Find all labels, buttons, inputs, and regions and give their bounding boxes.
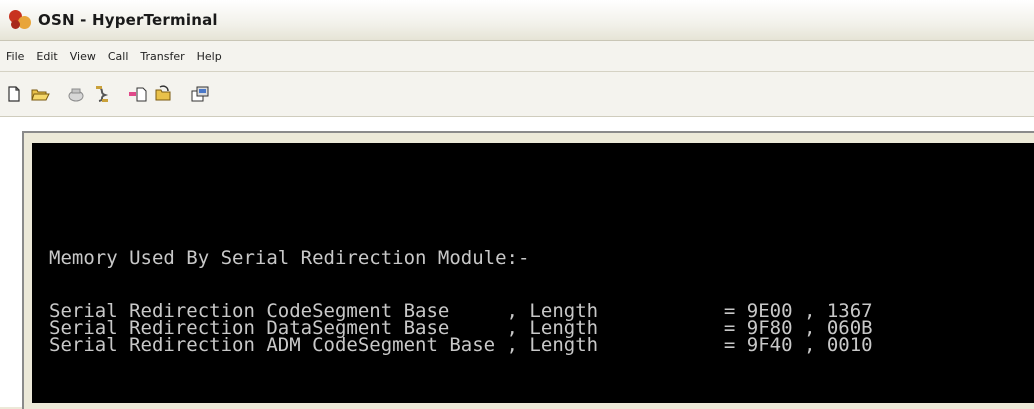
call-button[interactable]: [64, 82, 88, 106]
menu-transfer[interactable]: Transfer: [134, 50, 190, 63]
menu-view[interactable]: View: [64, 50, 102, 63]
receive-file-icon: [155, 85, 171, 101]
receive-file-button[interactable]: [152, 82, 176, 106]
open-button[interactable]: [28, 82, 52, 106]
call-icon: [68, 88, 84, 102]
properties-button[interactable]: [188, 82, 212, 106]
properties-icon: [191, 86, 209, 102]
terminal-screen[interactable]: Memory Used By Serial Redirection Module…: [32, 143, 1034, 403]
disconnect-button[interactable]: [90, 82, 114, 106]
menu-call[interactable]: Call: [102, 50, 135, 63]
open-icon: [31, 89, 50, 101]
disconnect-icon: [96, 86, 109, 102]
menu-bar: File Edit View Call Transfer Help: [0, 41, 1034, 72]
menu-help[interactable]: Help: [191, 50, 228, 63]
send-file-button[interactable]: [126, 82, 150, 106]
terminal-line-adm-code-segment: Serial Redirection ADM CodeSegment Base …: [49, 334, 873, 356]
new-connection-icon: [8, 86, 20, 102]
menu-file[interactable]: File: [0, 50, 30, 63]
title-bar[interactable]: OSN - HyperTerminal: [0, 0, 1034, 41]
terminal-client-area: Memory Used By Serial Redirection Module…: [0, 117, 1034, 409]
window-title: OSN - HyperTerminal: [38, 11, 218, 29]
toolbar: [0, 72, 1034, 117]
hyperterminal-app-icon[interactable]: [8, 8, 32, 32]
new-connection-button[interactable]: [2, 82, 26, 106]
send-file-icon: [129, 87, 147, 102]
terminal-heading: Memory Used By Serial Redirection Module…: [49, 247, 530, 269]
menu-edit[interactable]: Edit: [30, 50, 63, 63]
